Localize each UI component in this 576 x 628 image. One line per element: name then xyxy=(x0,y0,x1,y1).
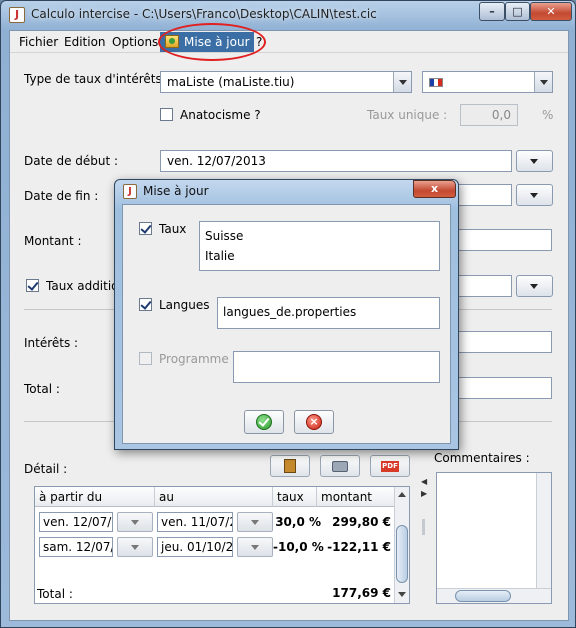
rate-type-combo[interactable]: maListe (maListe.tiu) xyxy=(160,71,412,93)
anatocism-checkbox[interactable] xyxy=(160,108,173,121)
title-bar[interactable]: J Calculo intercise - C:\Users\Franco\De… xyxy=(1,1,575,29)
java-cup-icon: J xyxy=(123,184,137,199)
programme-label: Programme xyxy=(159,352,229,366)
end-date-picker-button[interactable] xyxy=(516,184,553,206)
taux-label: Taux xyxy=(159,222,187,236)
comments-scrollbar[interactable] xyxy=(536,473,551,588)
end-date-label: Date de fin : xyxy=(24,189,99,203)
copy-button[interactable] xyxy=(270,455,310,477)
from-date-picker-button[interactable] xyxy=(117,512,153,532)
taux-list[interactable]: Suisse Italie xyxy=(199,221,440,271)
programme-checkbox[interactable] xyxy=(139,352,152,365)
start-date-input[interactable]: ven. 12/07/2013 xyxy=(160,150,512,172)
menu-edition[interactable]: Edition xyxy=(64,35,106,49)
to-date-picker-button[interactable] xyxy=(237,537,273,557)
anatocism-label: Anatocisme ? xyxy=(180,108,261,122)
to-date-cell[interactable]: ven. 11/07/2 xyxy=(157,512,233,532)
rate-type-label: Type de taux d'intérêts : xyxy=(24,72,170,86)
splitter-grip[interactable] xyxy=(422,519,425,535)
column-header-rate[interactable]: taux xyxy=(273,487,317,507)
single-rate-label: Taux unique : xyxy=(367,108,448,122)
arrow-left-icon[interactable]: ◀ xyxy=(421,477,427,486)
print-button[interactable] xyxy=(320,455,360,477)
minimize-button[interactable]: – xyxy=(479,2,505,21)
rate-cell: 30,0 % xyxy=(275,515,321,529)
amount-cell: -122,11 € xyxy=(327,540,391,554)
menu-fichier[interactable]: Fichier xyxy=(19,35,58,49)
scroll-down-icon[interactable] xyxy=(398,592,406,597)
update-icon xyxy=(165,35,179,48)
column-header-to[interactable]: au xyxy=(155,487,273,507)
start-date-picker-button[interactable] xyxy=(516,150,553,172)
start-date-label: Date de début : xyxy=(24,154,119,168)
dialog-client-area: Taux Suisse Italie Langues langues_de.pr… xyxy=(122,204,451,444)
to-date-picker-button[interactable] xyxy=(237,512,273,532)
detail-total-value: 177,69 € xyxy=(332,586,391,600)
scroll-up-icon[interactable] xyxy=(398,492,406,497)
list-item[interactable]: Suisse xyxy=(205,226,434,246)
single-rate-unit: % xyxy=(542,108,554,122)
country-combo[interactable] xyxy=(422,71,553,93)
langues-list[interactable]: langues_de.properties xyxy=(217,297,440,329)
scroll-thumb[interactable] xyxy=(396,525,408,583)
maximize-button[interactable]: □ xyxy=(505,2,530,21)
splitter-handle[interactable]: ◀ ▶ xyxy=(420,471,428,601)
taux-checkbox[interactable] xyxy=(139,222,152,235)
dialog-close-button[interactable]: x xyxy=(413,180,456,198)
interests-label: Intérêts : xyxy=(24,336,79,350)
amount-label: Montant : xyxy=(24,234,82,248)
menu-bar: Fichier Edition Options Mise à jour ? xyxy=(10,23,568,61)
clipboard-icon xyxy=(284,459,296,473)
column-header-amount[interactable]: montant xyxy=(317,487,395,507)
menu-mise-a-jour[interactable]: Mise à jour xyxy=(160,32,254,52)
chevron-down-icon xyxy=(393,72,411,92)
list-item[interactable]: langues_de.properties xyxy=(223,302,434,322)
from-date-cell[interactable]: ven. 12/07/2 xyxy=(39,512,113,532)
comments-textarea[interactable] xyxy=(436,472,552,604)
total-label: Total : xyxy=(24,382,60,396)
detail-table: à partir du au taux montant ven. 12/07/2… xyxy=(34,486,410,604)
comments-label: Commentaires : xyxy=(434,451,530,465)
menu-help[interactable]: ? xyxy=(256,35,262,49)
detail-total-label: Total : xyxy=(37,587,73,601)
cancel-button[interactable]: × xyxy=(294,410,334,434)
close-button[interactable]: ✕ xyxy=(530,2,572,21)
programme-list xyxy=(233,351,440,383)
window-title: Calculo intercise - C:\Users\Franco\Desk… xyxy=(31,7,377,21)
java-cup-icon: J xyxy=(9,7,25,23)
checkmark-icon xyxy=(256,414,272,430)
additional-rate-label: Taux additionnel xyxy=(46,279,118,293)
pdf-export-button[interactable]: PDF xyxy=(370,455,410,477)
additional-rate-checkbox[interactable] xyxy=(26,279,39,292)
amount-cell: 299,80 € xyxy=(332,515,391,529)
ok-button[interactable] xyxy=(244,410,284,434)
from-date-cell[interactable]: sam. 12/07/ xyxy=(39,537,113,557)
cancel-icon: × xyxy=(306,414,322,430)
single-rate-input[interactable]: 0,0 xyxy=(460,104,518,126)
update-dialog: J Mise à jour x Taux Suisse Italie Langu… xyxy=(114,179,459,450)
column-header-from[interactable]: à partir du xyxy=(35,487,155,507)
langues-checkbox[interactable] xyxy=(139,298,152,311)
pdf-icon: PDF xyxy=(381,461,399,472)
table-scrollbar[interactable] xyxy=(394,487,409,603)
menu-options[interactable]: Options xyxy=(112,35,158,49)
list-item[interactable]: Italie xyxy=(205,246,434,266)
chevron-down-icon xyxy=(534,72,552,92)
additional-rate-dropdown-button[interactable] xyxy=(516,275,553,297)
to-date-cell[interactable]: jeu. 01/10/20 xyxy=(157,537,233,557)
detail-label: Détail : xyxy=(24,462,68,476)
flag-icon xyxy=(429,78,443,87)
dialog-title: Mise à jour xyxy=(143,184,209,198)
from-date-picker-button[interactable] xyxy=(117,537,153,557)
arrow-right-icon[interactable]: ▶ xyxy=(421,489,427,498)
comments-horizontal-scrollbar[interactable] xyxy=(437,588,551,603)
printer-icon xyxy=(332,461,348,472)
scroll-thumb[interactable] xyxy=(455,590,511,602)
langues-label: Langues xyxy=(159,298,210,312)
rate-cell: -10,0 % xyxy=(273,540,324,554)
